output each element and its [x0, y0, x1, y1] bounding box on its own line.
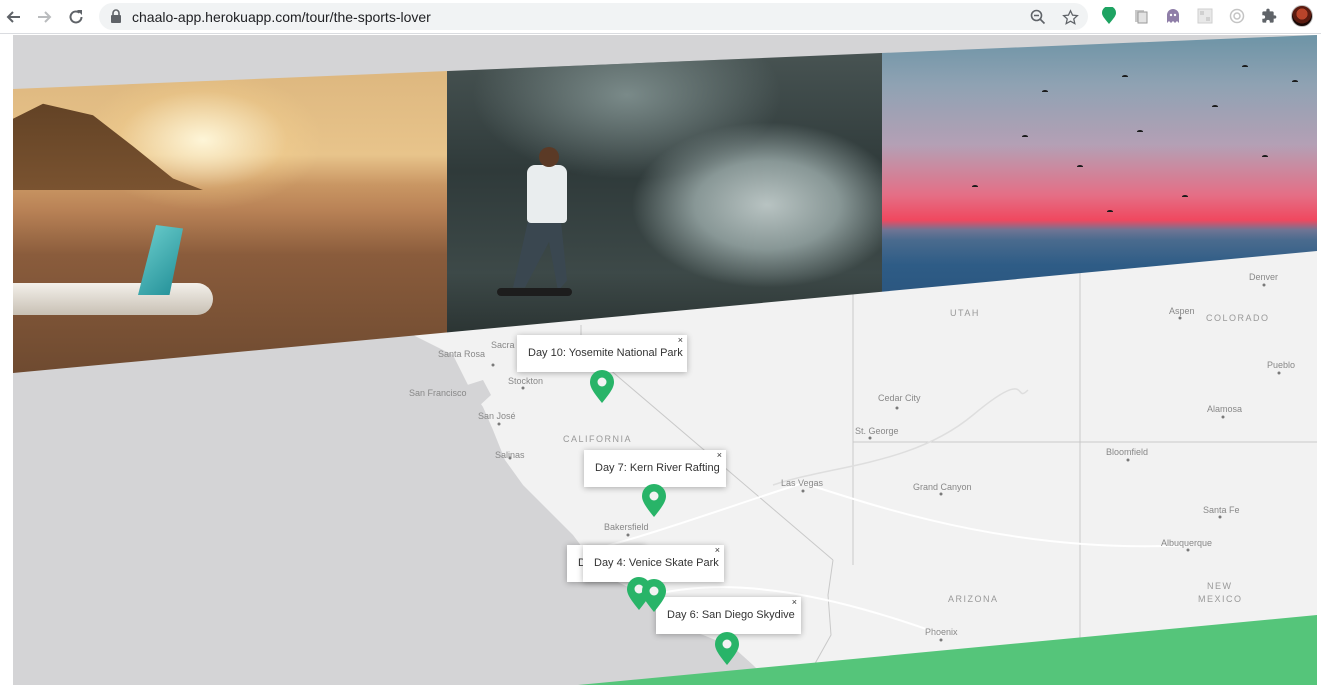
bird	[1042, 90, 1048, 93]
bird	[1182, 195, 1188, 198]
bird	[1212, 105, 1218, 108]
skater-body	[527, 165, 567, 223]
profile-avatar[interactable]	[1291, 5, 1313, 27]
map-label-sacramento: Sacra	[491, 340, 515, 350]
skater-legs	[513, 221, 567, 291]
map-popup-san-diego[interactable]: Day 6: San Diego Skydive ×	[656, 597, 801, 634]
map-label-san-jose: San José	[478, 411, 516, 421]
document-extension-icon[interactable]	[1132, 7, 1150, 25]
close-icon[interactable]: ×	[717, 450, 722, 460]
bird	[1292, 80, 1298, 83]
map-label-alamosa: Alamosa	[1207, 404, 1242, 414]
reload-icon[interactable]	[64, 5, 88, 29]
bird	[1262, 155, 1268, 158]
forward-arrow-icon[interactable]	[32, 5, 56, 29]
map-label-colorado: COLORADO	[1206, 313, 1270, 323]
map-label-utah: UTAH	[950, 308, 980, 318]
map-label-pueblo: Pueblo	[1267, 360, 1295, 370]
map-popup-kern-river[interactable]: Day 7: Kern River Rafting ×	[584, 450, 726, 487]
city-dot	[939, 492, 943, 496]
puzzle-icon[interactable]	[1260, 7, 1278, 25]
map-label-san-francisco: San Francisco	[409, 388, 467, 398]
city-dot	[868, 436, 872, 440]
tour-page: Santa Rosa Sacra Stockton San Francisco …	[13, 35, 1317, 685]
lock-icon[interactable]	[110, 9, 122, 28]
url-text[interactable]: chaalo-app.herokuapp.com/tour/the-sports…	[132, 9, 431, 25]
bird	[1242, 65, 1248, 68]
map-label-grand-canyon: Grand Canyon	[913, 482, 972, 492]
city-dot	[1218, 515, 1222, 519]
city-dot	[1186, 548, 1190, 552]
city-dot	[491, 363, 495, 367]
bird	[1022, 135, 1028, 138]
map-label-new: NEW	[1207, 581, 1233, 591]
city-dot	[1262, 283, 1266, 287]
map-label-california: CALIFORNIA	[563, 434, 632, 444]
green-pin-extension-icon[interactable]	[1100, 7, 1118, 25]
popup-label: Day 4: Venice Skate Park	[594, 557, 719, 569]
skateboard	[497, 288, 572, 296]
city-dot	[497, 422, 501, 426]
popup-label: Day 6: San Diego Skydive	[667, 609, 795, 621]
map-popup-venice[interactable]: Day 4: Venice Skate Park ×	[583, 545, 724, 582]
popup-label: Day 7: Kern River Rafting	[595, 462, 720, 474]
bird	[1122, 75, 1128, 78]
map-label-arizona: ARIZONA	[948, 594, 999, 604]
browser-toolbar: chaalo-app.herokuapp.com/tour/the-sports…	[0, 0, 1321, 34]
star-icon[interactable]	[1060, 7, 1080, 27]
map-label-cedar-city: Cedar City	[878, 393, 921, 403]
map-pin-icon[interactable]	[641, 484, 667, 518]
map-label-bakersfield: Bakersfield	[604, 522, 649, 532]
map-popup-yosemite[interactable]: Day 10: Yosemite National Park ×	[517, 335, 687, 372]
surfboard	[13, 283, 213, 315]
map-pin-icon[interactable]	[589, 370, 615, 404]
map-label-bloomfield: Bloomfield	[1106, 447, 1148, 457]
map-label-las-vegas: Las Vegas	[781, 478, 824, 488]
map-label-stockton: Stockton	[508, 376, 543, 386]
map-label-albuquerque: Albuquerque	[1161, 538, 1212, 548]
map-label-denver: Denver	[1249, 272, 1278, 282]
bird	[972, 185, 978, 188]
map-pin-icon[interactable]	[714, 632, 740, 666]
beach-hill	[13, 103, 203, 190]
city-dot	[1221, 415, 1225, 419]
map-label-santa-fe: Santa Fe	[1203, 505, 1240, 515]
city-dot	[1126, 458, 1130, 462]
city-dot	[521, 386, 525, 390]
back-arrow-icon[interactable]	[2, 5, 26, 29]
city-dot	[801, 489, 805, 493]
bird	[1077, 165, 1083, 168]
close-icon[interactable]: ×	[792, 597, 797, 607]
bird	[1107, 210, 1113, 213]
close-icon[interactable]: ×	[678, 335, 683, 345]
zoom-icon[interactable]	[1028, 7, 1048, 27]
map-label-salinas: Salinas	[495, 450, 525, 460]
popup-label: Day 10: Yosemite National Park	[528, 347, 683, 359]
city-dot	[895, 406, 899, 410]
city-dot	[1277, 371, 1281, 375]
map-label-santa-rosa: Santa Rosa	[438, 349, 485, 359]
city-dot	[939, 638, 943, 642]
skater-head	[539, 147, 559, 167]
address-bar[interactable]: chaalo-app.herokuapp.com/tour/the-sports…	[99, 3, 1088, 30]
map-label-phoenix: Phoenix	[925, 627, 958, 637]
city-dot	[626, 533, 630, 537]
map-label-st-george: St. George	[855, 426, 899, 436]
map-label-mexico: MEXICO	[1198, 594, 1243, 604]
map-label-aspen: Aspen	[1169, 306, 1195, 316]
qr-extension-icon[interactable]	[1196, 7, 1214, 25]
map-pin-icon[interactable]	[641, 579, 667, 613]
ghost-extension-icon[interactable]	[1164, 7, 1182, 25]
city-dot	[1178, 316, 1182, 320]
timer-extension-icon[interactable]	[1228, 7, 1246, 25]
bird	[1137, 130, 1143, 133]
close-icon[interactable]: ×	[715, 545, 720, 555]
